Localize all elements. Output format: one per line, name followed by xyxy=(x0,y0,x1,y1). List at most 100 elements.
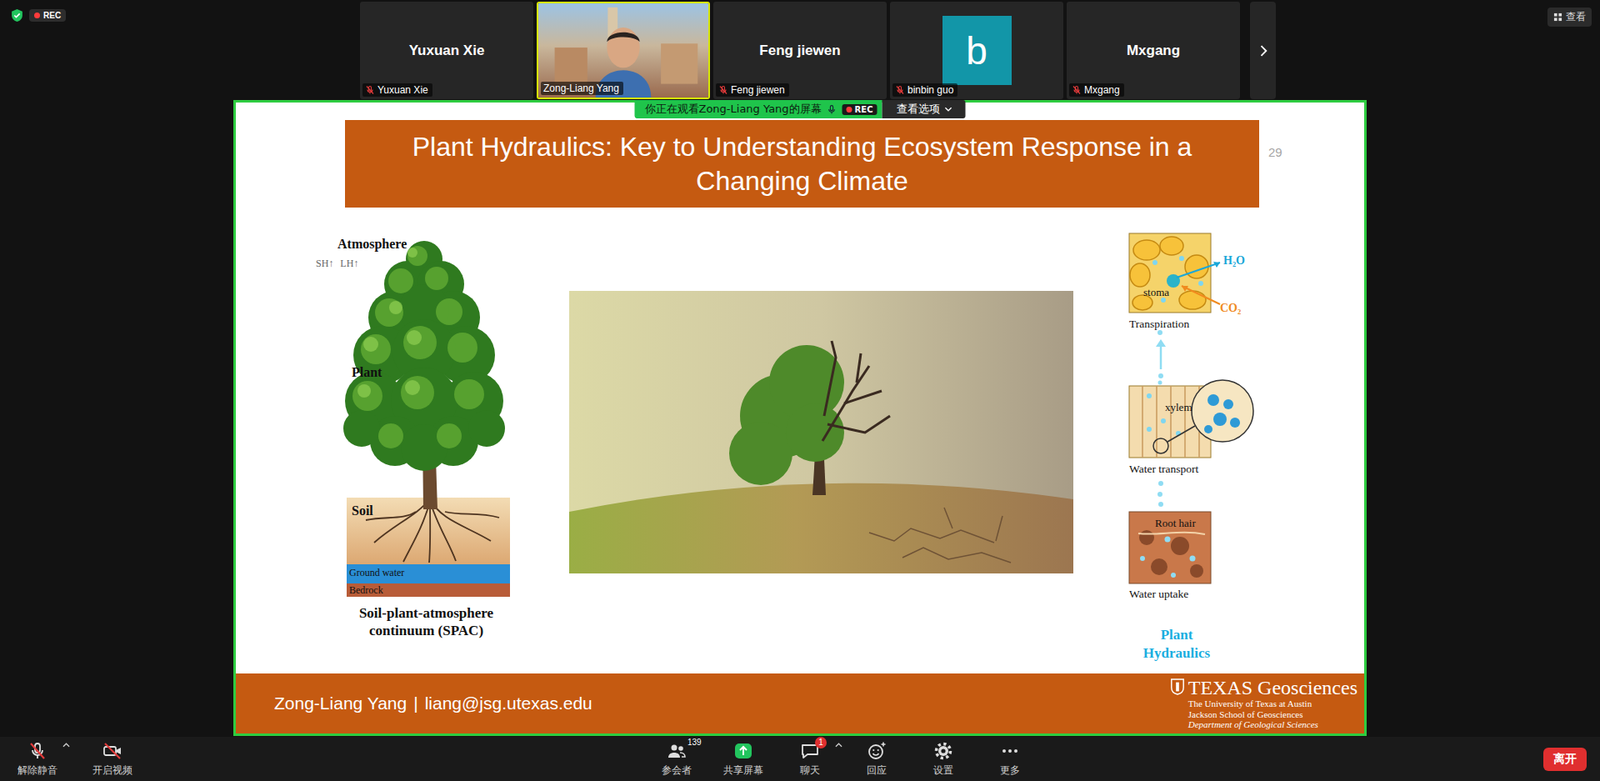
climate-photo-image xyxy=(569,290,1074,574)
toolbar-button[interactable]: 1 聊天 xyxy=(783,740,837,778)
chat-unread-badge: 1 xyxy=(815,736,827,749)
toolbar-icon-wrap: 139 xyxy=(666,740,687,761)
view-options-button[interactable]: 查看选项 xyxy=(881,100,965,119)
more-dots-icon xyxy=(1000,740,1020,761)
toolbar-icon-wrap xyxy=(1000,740,1020,761)
tree-soil-illustration xyxy=(315,232,520,638)
water-vapor-label: H₂O xyxy=(1223,255,1245,267)
presentation-slide: Plant Hydraulics: Key to Understanding E… xyxy=(233,100,1367,736)
toolbar-button[interactable]: 回应 xyxy=(850,740,904,778)
recording-dot xyxy=(34,12,40,19)
toolbar-button[interactable]: 139 参会者 xyxy=(650,740,704,778)
view-button[interactable]: 查看 xyxy=(1547,7,1592,27)
participant-label: Mxgang xyxy=(1069,83,1125,97)
viewing-notice: 你正在观看Zong-Liang Yang的屏幕 REC xyxy=(635,100,883,119)
view-zone: 查看 xyxy=(1275,0,1600,27)
stage-inner-label: Root hair xyxy=(1155,517,1196,529)
status-area: REC xyxy=(0,0,360,23)
carbon-dioxide-label: CO₂ xyxy=(1220,302,1241,315)
participant-avatar: b xyxy=(942,15,1012,85)
slide-footer: Zong-Liang Yang|liang@jsg.utexas.edu TEX… xyxy=(235,673,1365,734)
participant-name: Mxgang xyxy=(1126,42,1180,60)
plant-hydraulics-title: PlantHydraulics xyxy=(1121,625,1232,663)
climate-photo xyxy=(569,290,1074,574)
participant-tile[interactable]: Yuxuan Xie Yuxuan Xie xyxy=(360,1,534,100)
participant-count: 139 xyxy=(687,737,702,747)
plant-label: Plant xyxy=(351,365,382,380)
muted-microphone-icon xyxy=(895,85,905,95)
stage-inner-label: stoma xyxy=(1143,286,1170,298)
recording-badge[interactable]: REC xyxy=(29,9,66,22)
slide-body: Atmosphere SH↑LH↑ Plant Soil Ground wate… xyxy=(235,207,1365,674)
toolbar-left-group: 解除静音 开启视频 xyxy=(0,740,650,778)
soil-label: Soil xyxy=(351,504,374,518)
security-shield-icon[interactable] xyxy=(10,8,25,23)
participant-name: Yuxuan Xie xyxy=(409,42,485,60)
toolbar-button[interactable]: 设置 xyxy=(916,740,970,778)
microphone-icon xyxy=(27,740,48,761)
toolbar-button[interactable]: 解除静音 xyxy=(10,740,65,778)
grid-view-icon xyxy=(1553,12,1563,22)
stage-label: Transpiration xyxy=(1129,318,1190,330)
slide-page-number: 29 xyxy=(1268,145,1283,160)
toolbar-icon-wrap xyxy=(27,740,48,761)
stage-inner-label: xylem xyxy=(1165,401,1193,413)
stage-label: Water uptake xyxy=(1129,588,1189,600)
toolbar-icon-wrap: 1 xyxy=(800,740,820,761)
menu-caret-icon[interactable] xyxy=(835,742,843,748)
plant-hydraulics-diagram: H₂O CO₂ stoma Transpiration xylem Water t… xyxy=(1121,229,1265,667)
people-icon xyxy=(666,740,687,761)
presenter-mic-icon xyxy=(826,104,838,115)
muted-microphone-icon xyxy=(718,85,729,95)
chevron-down-icon xyxy=(944,106,952,112)
top-bar: REC Yuxuan Xie Yuxuan Xie Zong-Liang Yan… xyxy=(0,0,1600,100)
reaction-smiley-icon xyxy=(866,740,887,761)
slide-title: Plant Hydraulics: Key to Understanding E… xyxy=(345,120,1260,208)
bedrock-label: Bedrock xyxy=(349,585,384,595)
muted-microphone-icon xyxy=(365,85,375,95)
participant-tile[interactable]: Mxgang Mxgang xyxy=(1066,1,1240,100)
logo-text: TEXAS Geosciences The University of Texa… xyxy=(1188,676,1358,730)
stage-label: Water transport xyxy=(1129,463,1199,475)
participant-label: Yuxuan Xie xyxy=(362,83,433,97)
muted-microphone-icon xyxy=(1071,85,1082,95)
atmosphere-label: Atmosphere xyxy=(337,237,407,251)
meeting-toolbar: 解除静音 开启视频 139 参会者 共享屏幕 1 聊天 回应 设置 更多 离开 xyxy=(0,736,1600,781)
participant-label: binbin guo xyxy=(892,83,958,97)
participant-strip: Yuxuan Xie Yuxuan Xie Zong-Liang Yang Fen… xyxy=(360,0,1276,100)
toolbar-button[interactable]: 更多 xyxy=(983,740,1037,778)
spac-caption: Soil-plant-atmospherecontinuum (SPAC) xyxy=(324,604,529,640)
video-camera-icon xyxy=(102,740,123,761)
menu-caret-icon[interactable] xyxy=(62,742,70,748)
gear-icon xyxy=(933,740,954,761)
spac-diagram: Atmosphere SH↑LH↑ Plant Soil Ground wate… xyxy=(315,232,520,638)
toolbar-icon-wrap xyxy=(866,740,887,761)
heat-flux-labels: SH↑LH↑ xyxy=(315,257,359,270)
texas-geosciences-logo: TEXAS Geosciences The University of Texa… xyxy=(1170,676,1358,730)
recording-dot xyxy=(846,106,853,113)
toolbar-button[interactable]: 共享屏幕 xyxy=(716,740,770,778)
zoom-meeting-window: REC Yuxuan Xie Yuxuan Xie Zong-Liang Yan… xyxy=(0,0,1600,781)
participant-label: Feng jiewen xyxy=(715,83,790,97)
toolbar-center-group: 139 参会者 共享屏幕 1 聊天 回应 设置 更多 xyxy=(650,740,1037,778)
toolbar-button[interactable]: 开启视频 xyxy=(85,740,140,778)
share-screen-icon xyxy=(733,740,754,761)
toolbar-icon-wrap xyxy=(933,740,954,761)
toolbar-icon-wrap xyxy=(733,740,754,761)
participant-tile[interactable]: Zong-Liang Yang xyxy=(536,1,710,100)
hydraulics-illustration xyxy=(1121,229,1265,667)
university-tower-icon xyxy=(1170,677,1185,696)
participant-name: Feng jiewen xyxy=(759,42,840,60)
toolbar-icon-wrap xyxy=(102,740,123,761)
leave-meeting-button[interactable]: 离开 xyxy=(1543,747,1587,771)
participant-label: Zong-Liang Yang xyxy=(540,81,624,95)
share-banner: 你正在观看Zong-Liang Yang的屏幕 REC 查看选项 xyxy=(635,100,966,119)
groundwater-label: Ground water xyxy=(349,567,405,578)
participant-tile[interactable]: b binbin guo xyxy=(890,1,1064,100)
chevron-right-icon xyxy=(1255,42,1272,60)
next-participants-button[interactable] xyxy=(1250,1,1276,100)
shared-screen-stage: 你正在观看Zong-Liang Yang的屏幕 REC 查看选项 Plant H… xyxy=(0,100,1600,737)
participant-tile[interactable]: Feng jiewen Feng jiewen xyxy=(713,1,887,100)
banner-recording-badge: REC xyxy=(842,104,878,115)
author-contact: Zong-Liang Yang|liang@jsg.utexas.edu xyxy=(274,693,593,714)
